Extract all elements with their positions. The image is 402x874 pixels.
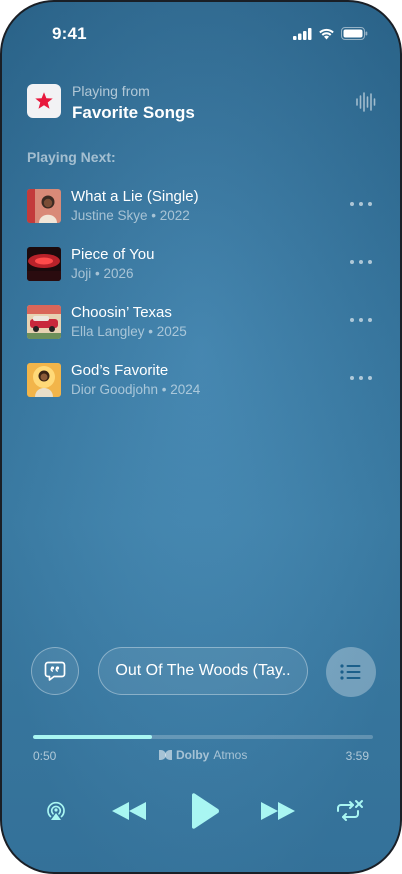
next-button[interactable] bbox=[258, 797, 298, 825]
dolby-label: Dolby bbox=[176, 748, 210, 762]
album-art bbox=[27, 189, 61, 223]
waveform-icon[interactable] bbox=[356, 91, 376, 118]
more-options-icon[interactable] bbox=[350, 312, 372, 328]
playing-from-label: Playing from bbox=[72, 83, 150, 99]
queue-button[interactable] bbox=[326, 647, 376, 697]
status-icons bbox=[293, 27, 368, 40]
total-time: 3:59 bbox=[345, 749, 369, 763]
playlist-name[interactable]: Favorite Songs bbox=[72, 103, 195, 123]
more-options-icon[interactable] bbox=[350, 254, 372, 270]
song-subtitle: Dior Goodjohn • 2024 bbox=[71, 382, 201, 397]
queue-list: What a Lie (Single) Justine Skye • 2022 … bbox=[2, 186, 400, 418]
play-icon bbox=[192, 793, 219, 829]
song-title: Piece of You bbox=[71, 246, 155, 263]
dolby-icon bbox=[159, 750, 172, 760]
progress-bar[interactable] bbox=[33, 735, 373, 739]
song-title: What a Lie (Single) bbox=[71, 188, 199, 205]
battery-icon bbox=[341, 27, 368, 40]
album-art bbox=[27, 363, 61, 397]
queue-item[interactable]: What a Lie (Single) Justine Skye • 2022 bbox=[2, 186, 400, 244]
lyrics-icon bbox=[44, 661, 66, 681]
elapsed-time: 0:50 bbox=[33, 749, 57, 763]
cellular-signal-icon bbox=[293, 27, 312, 40]
song-title: God’s Favorite bbox=[71, 362, 169, 379]
song-title: Choosin’ Texas bbox=[71, 304, 172, 321]
progress-fill bbox=[33, 735, 152, 739]
lyrics-button[interactable] bbox=[31, 647, 79, 695]
repeat-button[interactable] bbox=[333, 797, 365, 825]
more-options-icon[interactable] bbox=[350, 370, 372, 386]
list-icon bbox=[340, 664, 361, 680]
atmos-label: Atmos bbox=[213, 748, 248, 762]
airplay-button[interactable] bbox=[42, 797, 70, 825]
queue-item[interactable]: God’s Favorite Dior Goodjohn • 2024 bbox=[2, 360, 400, 418]
airplay-icon bbox=[47, 801, 65, 820]
now-playing-title[interactable]: Out Of The Woods (Tay.. bbox=[98, 647, 308, 695]
song-subtitle: Ella Langley • 2025 bbox=[71, 324, 187, 339]
album-art bbox=[27, 305, 61, 339]
album-art bbox=[27, 247, 61, 281]
previous-button[interactable] bbox=[109, 797, 149, 825]
repeat-icon bbox=[337, 800, 363, 821]
playlist-artwork[interactable] bbox=[27, 84, 61, 118]
more-options-icon[interactable] bbox=[350, 196, 372, 212]
song-subtitle: Justine Skye • 2022 bbox=[71, 208, 190, 223]
background-vignette bbox=[2, 2, 400, 872]
status-time: 9:41 bbox=[52, 24, 87, 43]
song-subtitle: Joji • 2026 bbox=[71, 266, 134, 281]
play-button[interactable] bbox=[185, 790, 223, 832]
backward-icon bbox=[112, 802, 146, 820]
dolby-atmos-badge: Dolby Atmos bbox=[159, 748, 247, 762]
phone-frame: 9:41 Playing from Favorite Songs Playing… bbox=[0, 0, 402, 874]
playing-next-heading: Playing Next: bbox=[27, 149, 116, 165]
wifi-icon bbox=[318, 28, 335, 40]
queue-item[interactable]: Piece of You Joji • 2026 bbox=[2, 244, 400, 302]
forward-icon bbox=[261, 802, 295, 820]
queue-item[interactable]: Choosin’ Texas Ella Langley • 2025 bbox=[2, 302, 400, 360]
star-icon bbox=[35, 92, 53, 109]
